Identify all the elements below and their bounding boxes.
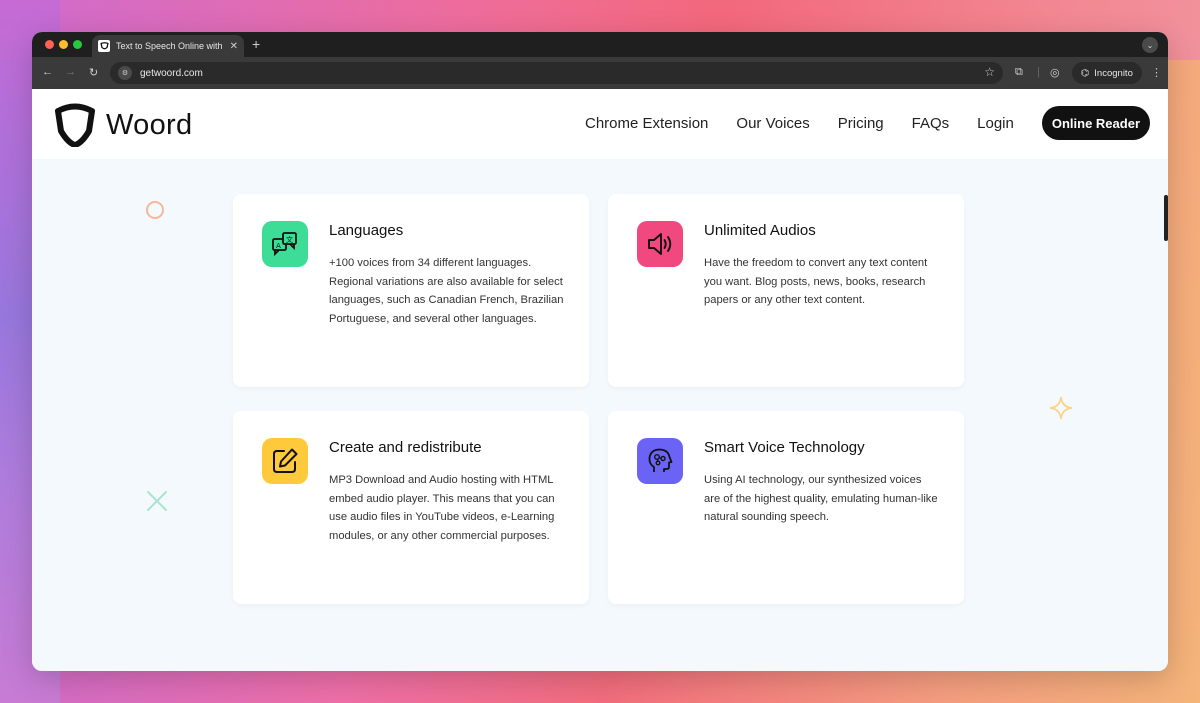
back-arrow-icon[interactable]: ←	[42, 66, 53, 78]
tab-close-icon[interactable]: ✕	[230, 41, 238, 52]
browser-toolbar: ← → ↻ ⚙ getwoord.com ☆ ⧉ | ◎ ⌬ Incognito…	[32, 57, 1168, 89]
browser-tab-active[interactable]: Text to Speech Online with N... ✕	[92, 35, 244, 57]
nav-login[interactable]: Login	[977, 115, 1014, 132]
tab-title: Text to Speech Online with N...	[116, 41, 224, 51]
extensions-icon[interactable]: ⧉	[1015, 66, 1023, 79]
feature-title: Unlimited Audios	[704, 222, 816, 239]
nav-our-voices[interactable]: Our Voices	[736, 115, 809, 132]
feature-description: Using AI technology, our synthesized voi…	[704, 474, 938, 523]
feature-description: +100 voices from 34 different languages.…	[329, 257, 564, 325]
logo-text: Woord	[106, 108, 193, 141]
forward-arrow-icon[interactable]: →	[65, 66, 76, 78]
svg-text:文: 文	[286, 235, 293, 244]
main-navigation: Chrome Extension Our Voices Pricing FAQs…	[557, 106, 1150, 140]
incognito-icon: ⌬	[1081, 67, 1090, 79]
more-menu-icon[interactable]: ⋮	[1151, 66, 1162, 79]
site-info-icon[interactable]: ⚙	[118, 66, 132, 80]
decorative-cross-icon	[147, 491, 167, 511]
feature-title: Smart Voice Technology	[704, 439, 865, 456]
maximize-window-button[interactable]	[73, 40, 82, 49]
feature-card-smart-voice: Smart Voice Technology Using AI technolo…	[608, 411, 964, 604]
incognito-label: Incognito	[1094, 67, 1133, 79]
nav-pricing[interactable]: Pricing	[838, 115, 884, 132]
woord-shield-icon	[55, 103, 95, 147]
nav-faqs[interactable]: FAQs	[912, 115, 950, 132]
decorative-circle-icon	[146, 201, 164, 219]
translate-icon: A 文	[262, 221, 308, 267]
svg-text:A: A	[276, 242, 281, 250]
features-section: A 文 Languages +100 voices from 34 differ…	[32, 159, 1168, 671]
incognito-badge[interactable]: ⌬ Incognito	[1072, 62, 1142, 84]
scrollbar-thumb[interactable]	[1164, 195, 1168, 241]
edit-icon	[262, 438, 308, 484]
speaker-icon	[637, 221, 683, 267]
new-tab-button[interactable]: +	[252, 36, 260, 52]
feature-title: Languages	[329, 222, 404, 239]
ai-head-icon	[637, 438, 683, 484]
reload-icon[interactable]: ↻	[89, 66, 98, 79]
address-bar[interactable]: ⚙ getwoord.com ☆	[110, 62, 1003, 84]
browser-window: Text to Speech Online with N... ✕ + ⌄ ← …	[32, 32, 1168, 671]
online-reader-button[interactable]: Online Reader	[1041, 106, 1150, 140]
feature-card-languages: A 文 Languages +100 voices from 34 differ…	[233, 194, 589, 387]
bookmark-star-icon[interactable]: ☆	[984, 65, 995, 79]
browser-titlebar: Text to Speech Online with N... ✕ + ⌄	[32, 32, 1168, 57]
nav-chrome-extension[interactable]: Chrome Extension	[585, 115, 708, 132]
site-header: Woord Chrome Extension Our Voices Pricin…	[32, 89, 1168, 159]
woord-favicon-icon	[98, 40, 110, 52]
feature-description: Have the freedom to convert any text con…	[704, 257, 928, 306]
tab-search-button[interactable]: ⌄	[1142, 37, 1158, 53]
decorative-sparkle-icon	[1049, 396, 1073, 420]
close-window-button[interactable]	[45, 40, 54, 49]
google-lens-icon[interactable]: ◎	[1050, 66, 1060, 79]
feature-description: MP3 Download and Audio hosting with HTML…	[329, 474, 555, 542]
feature-card-create-redistribute: Create and redistribute MP3 Download and…	[233, 411, 589, 604]
feature-card-unlimited-audios: Unlimited Audios Have the freedom to con…	[608, 194, 964, 387]
woord-logo[interactable]: Woord	[54, 103, 192, 147]
feature-title: Create and redistribute	[329, 439, 482, 456]
url-text: getwoord.com	[140, 67, 203, 79]
minimize-window-button[interactable]	[59, 40, 68, 49]
toolbar-divider: |	[1037, 66, 1040, 78]
